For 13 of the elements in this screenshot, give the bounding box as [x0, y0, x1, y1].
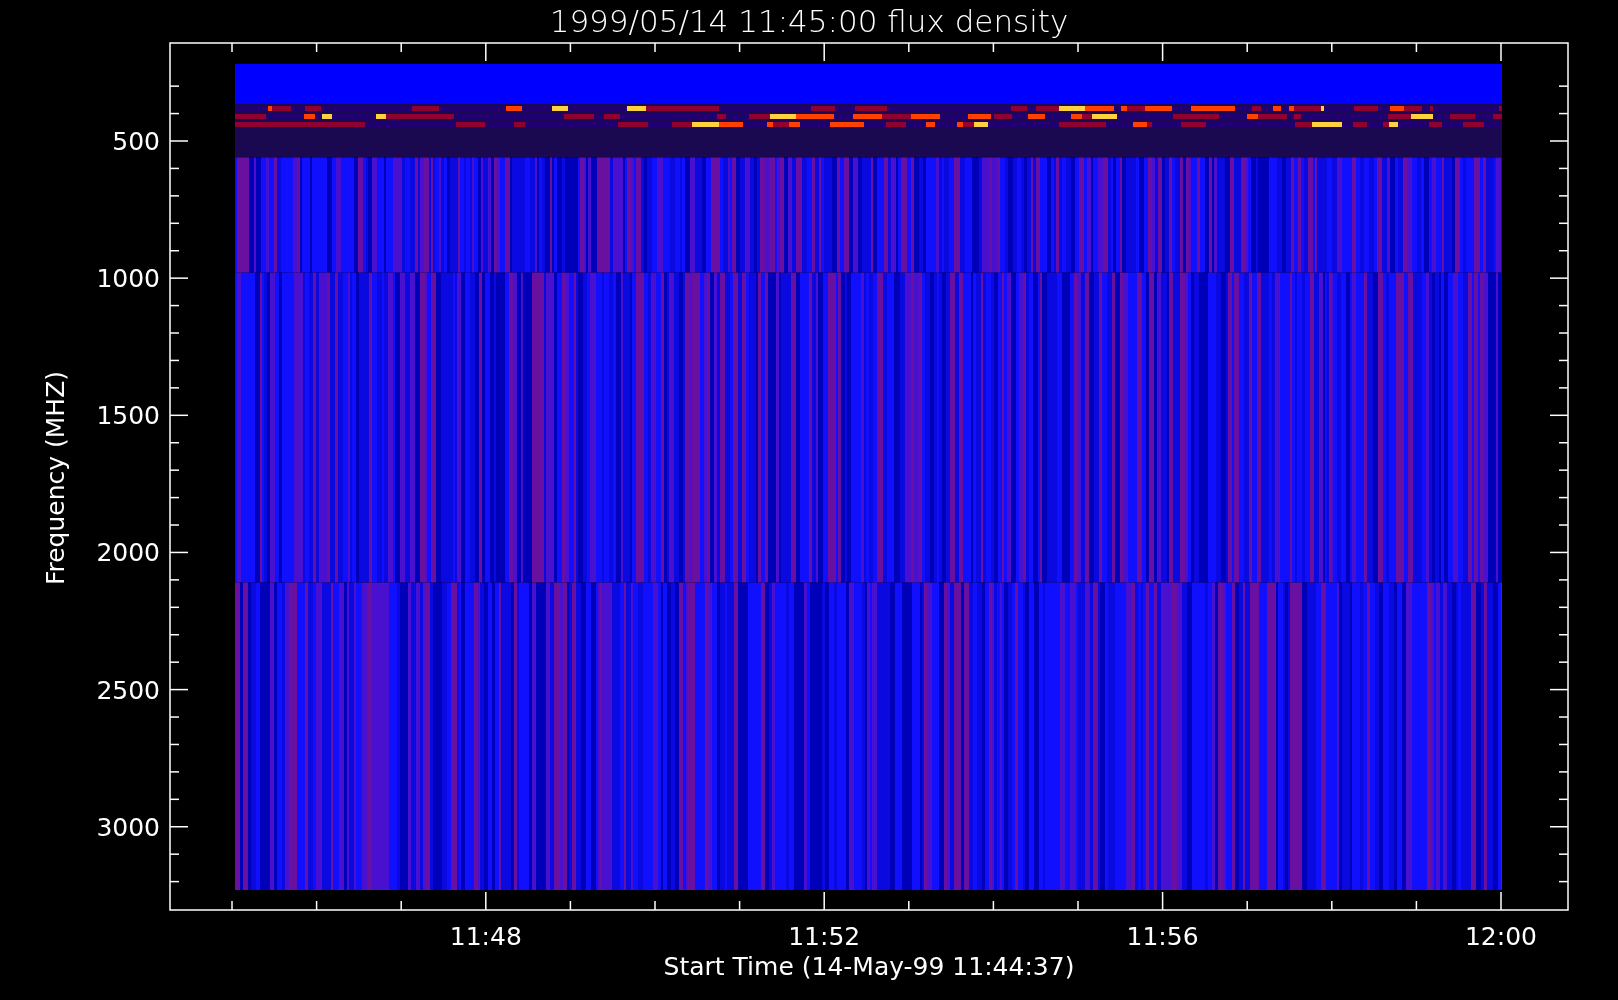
y-tick-label: 3000: [96, 812, 160, 842]
y-tick-label: 2500: [96, 675, 160, 705]
x-tick-label: 11:48: [449, 922, 522, 951]
x-axis-label: Start Time (14-May-99 11:44:37): [663, 952, 1075, 981]
x-tick-label: 11:56: [1126, 922, 1199, 951]
y-tick-label: 500: [112, 127, 160, 156]
y-axis-label: Frequency (MHZ): [41, 370, 70, 586]
y-tick-label: 1500: [96, 401, 160, 431]
plot-title: 1999/05/14 11:45:00 flux density: [549, 3, 1069, 39]
y-tick-label: 2000: [96, 538, 160, 568]
x-tick-label: 11:52: [788, 922, 861, 951]
x-tick-label: 12:00: [1465, 922, 1537, 951]
y-tick-label: 1000: [96, 264, 160, 294]
